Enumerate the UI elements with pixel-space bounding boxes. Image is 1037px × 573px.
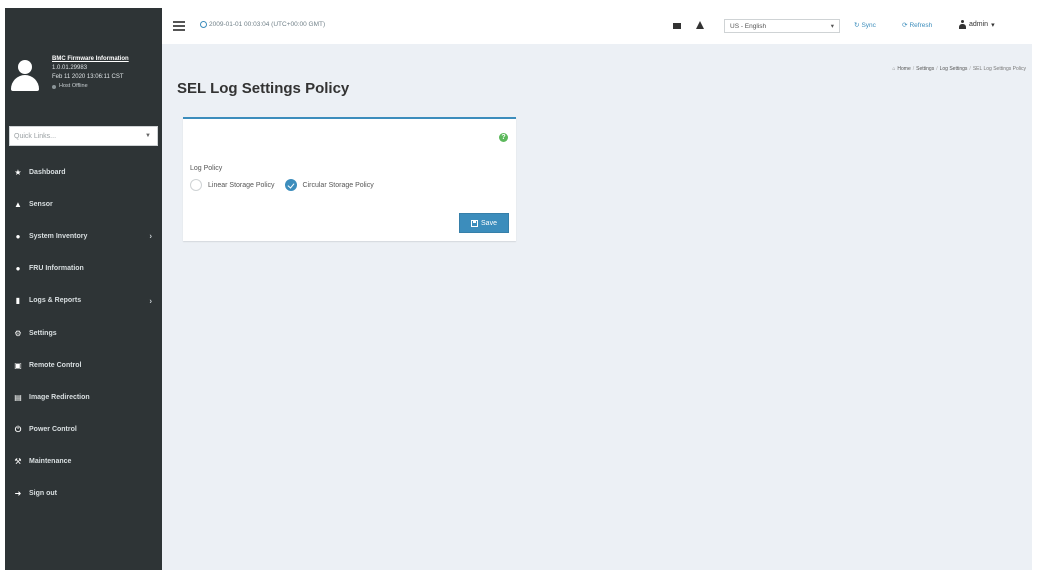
clock-icon (200, 21, 207, 28)
sync-label: Sync (861, 21, 876, 29)
refresh-label: Refresh (909, 21, 933, 29)
user-menu[interactable]: admin ▾ (959, 20, 995, 29)
sidebar-item-logs-reports[interactable]: ▮ Logs & Reports › (5, 285, 162, 317)
log-policy-form: ? Log Policy Linear Storage Policy Circu… (183, 117, 516, 241)
fru-icon: ● (15, 264, 21, 274)
circular-storage-label[interactable]: Circular Storage Policy (303, 182, 374, 189)
firmware-info: BMC Firmware Information 1.0.01.29983 Fe… (52, 55, 129, 91)
quick-links-placeholder: Quick Links... (14, 132, 57, 140)
help-icon[interactable]: ? (499, 133, 508, 142)
sidebar-item-label: Sign out (29, 490, 57, 498)
sidebar-menu: ★ Dashboard ▲ Sensor ● System Inventory … (5, 156, 162, 510)
sidebar-item-label: Sensor (29, 200, 53, 208)
wrench-icon: ⚒ (14, 457, 22, 467)
save-label: Save (481, 219, 497, 227)
refresh-button[interactable]: ⟳ Refresh (902, 21, 933, 30)
datetime-value: 2009-01-01 00:03:04 (UTC+00:00 GMT) (209, 21, 326, 28)
monitor-icon: ▣ (14, 360, 22, 370)
sidebar-item-label: Settings (29, 329, 57, 337)
warning-icon[interactable] (696, 21, 704, 29)
sidebar-item-system-inventory[interactable]: ● System Inventory › (5, 220, 162, 252)
breadcrumb-current: SEL Log Settings Policy (972, 66, 1026, 72)
sidebar-item-label: Remote Control (29, 361, 82, 369)
sidebar-item-remote-control[interactable]: ▣ Remote Control (5, 349, 162, 381)
sync-icon: ↻ (854, 22, 860, 29)
sensor-icon: ▲ (14, 199, 22, 209)
language-value: US - English (730, 22, 767, 30)
user-name: admin (969, 21, 989, 28)
gear-icon: ⚙ (14, 328, 22, 338)
sidebar-item-fru-information[interactable]: ● FRU Information (5, 253, 162, 285)
sidebar-item-label: System Inventory (29, 232, 88, 240)
home-icon: ⌂ (892, 66, 896, 72)
power-icon: ⏻ (14, 424, 22, 434)
refresh-icon: ⟳ (902, 22, 908, 29)
language-select[interactable]: US - English ▾ (724, 19, 840, 33)
log-policy-options: Linear Storage Policy Circular Storage P… (190, 179, 374, 191)
sidebar-item-label: Maintenance (29, 458, 72, 466)
firmware-build-date: Feb 11 2020 13:06:11 CST (52, 74, 124, 80)
host-status-label: Host Offline (59, 83, 88, 89)
sidebar-item-image-redirection[interactable]: ▤ Image Redirection (5, 381, 162, 413)
quick-links-select[interactable]: Quick Links... ▼ (9, 126, 158, 146)
sidebar-logo (5, 8, 162, 44)
floppy-disk-icon (471, 219, 479, 227)
image-icon: ▤ (14, 392, 22, 402)
top-bar: 2009-01-01 00:03:04 (UTC+00:00 GMT) US -… (162, 8, 1032, 44)
linear-storage-radio[interactable] (190, 179, 202, 191)
firmware-info-title[interactable]: BMC Firmware Information (52, 55, 129, 64)
sidebar-item-label: FRU Information (29, 265, 84, 273)
sign-out-icon: ➜ (14, 489, 22, 499)
sidebar: BMC Firmware Information 1.0.01.29983 Fe… (5, 8, 162, 570)
sidebar-item-maintenance[interactable]: ⚒ Maintenance (5, 446, 162, 478)
user-panel: BMC Firmware Information 1.0.01.29983 Fe… (5, 44, 162, 118)
inventory-icon: ● (15, 231, 21, 241)
user-icon (959, 20, 966, 29)
log-policy-label: Log Policy (190, 165, 223, 172)
sync-button[interactable]: ↻ Sync (854, 21, 876, 30)
datetime: 2009-01-01 00:03:04 (UTC+00:00 GMT) (200, 21, 325, 28)
firmware-version: 1.0.01.29983 (52, 65, 88, 71)
save-button[interactable]: Save (459, 213, 509, 233)
bar-chart-icon: ▮ (15, 296, 21, 306)
mail-icon[interactable] (673, 23, 681, 29)
chevron-down-icon: ▼ (145, 133, 151, 139)
chevron-down-icon: ▾ (830, 23, 834, 30)
sidebar-item-dashboard[interactable]: ★ Dashboard (5, 156, 162, 188)
caret-down-icon: ▾ (991, 21, 995, 29)
app-frame: BMC Firmware Information 1.0.01.29983 Fe… (5, 8, 1032, 570)
sidebar-item-sign-out[interactable]: ➜ Sign out (5, 478, 162, 510)
sidebar-item-power-control[interactable]: ⏻ Power Control (5, 414, 162, 446)
circular-storage-radio[interactable] (284, 179, 297, 191)
breadcrumb-log-settings[interactable]: Log Settings (940, 66, 968, 72)
breadcrumb-home[interactable]: Home (897, 66, 910, 72)
sidebar-item-label: Logs & Reports (29, 297, 82, 305)
sidebar-item-settings[interactable]: ⚙ Settings (5, 317, 162, 349)
breadcrumb-separator: / (936, 66, 938, 72)
avatar (9, 60, 41, 94)
menu-toggle-icon[interactable] (173, 21, 185, 31)
breadcrumb-settings[interactable]: Settings (916, 66, 934, 72)
status-dot-icon (52, 84, 56, 89)
sidebar-item-label: Power Control (29, 426, 77, 434)
breadcrumb-separator: / (912, 66, 915, 72)
sidebar-item-label: Dashboard (29, 168, 66, 176)
linear-storage-label[interactable]: Linear Storage Policy (208, 182, 275, 189)
sidebar-item-label: Image Redirection (29, 393, 90, 401)
breadcrumb: ⌂ Home / Settings / Log Settings / SEL L… (892, 66, 1026, 72)
chevron-right-icon: › (149, 231, 152, 241)
page-title: SEL Log Settings Policy (177, 80, 350, 97)
sidebar-item-sensor[interactable]: ▲ Sensor (5, 188, 162, 220)
host-status: Host Offline (52, 82, 129, 91)
breadcrumb-separator: / (969, 66, 971, 72)
chevron-right-icon: › (149, 296, 152, 306)
dashboard-icon: ★ (14, 167, 22, 177)
